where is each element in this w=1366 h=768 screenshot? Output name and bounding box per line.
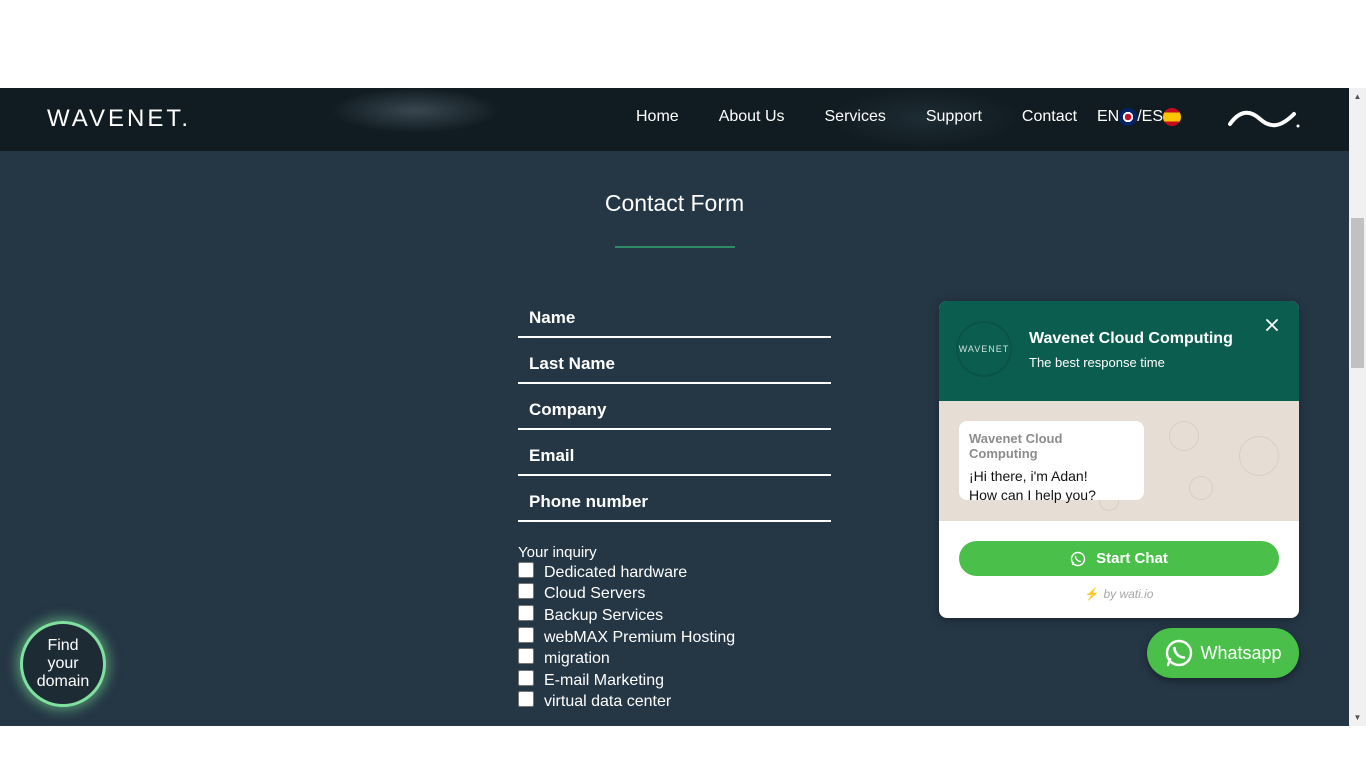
inquiry-option-label: virtual data center [544, 693, 672, 710]
inquiry-label: Your inquiry [518, 544, 597, 561]
chat-widget: WAVENET Wavenet Cloud Computing The best… [939, 301, 1299, 618]
start-chat-label: Start Chat [1096, 550, 1168, 567]
vertical-scrollbar[interactable]: ▲ ▼ [1349, 88, 1366, 726]
inquiry-option-label: Cloud Servers [544, 585, 646, 602]
chat-avatar: WAVENET [956, 321, 1012, 377]
message-line: ¡Hi there, i'm Adan! [969, 468, 1088, 484]
inquiry-option-label: Dedicated hardware [544, 564, 688, 581]
scroll-up-arrow-icon[interactable]: ▲ [1349, 88, 1366, 105]
inquiry-option-label: webMAX Premium Hosting [544, 629, 736, 646]
wave-logo-icon[interactable] [1228, 108, 1302, 130]
nav-support[interactable]: Support [926, 108, 982, 126]
scroll-down-arrow-icon[interactable]: ▼ [1349, 709, 1366, 726]
inquiry-option-label: E-mail Marketing [544, 672, 665, 689]
checkbox[interactable] [518, 627, 534, 643]
navbar: WAVENET. Home About Us Services Support … [0, 88, 1349, 151]
inquiry-option[interactable]: E-mail Marketing [518, 670, 665, 690]
whatsapp-label: Whatsapp [1200, 642, 1282, 663]
background-doodle [1189, 476, 1213, 500]
language-switcher: EN /ES [1097, 108, 1182, 126]
chat-header: WAVENET Wavenet Cloud Computing The best… [939, 301, 1299, 401]
powered-by[interactable]: ⚡ by wati.io [939, 587, 1299, 601]
inquiry-option[interactable]: webMAX Premium Hosting [518, 627, 736, 647]
inquiry-option[interactable]: Backup Services [518, 605, 664, 625]
find-domain-button[interactable]: Find your domain [20, 621, 106, 707]
site-logo[interactable]: WAVENET. [47, 105, 191, 133]
email-input[interactable]: Email [518, 436, 831, 476]
inquiry-option[interactable]: virtual data center [518, 691, 672, 711]
checkbox[interactable] [518, 562, 534, 578]
checkbox[interactable] [518, 605, 534, 621]
inquiry-option[interactable]: Cloud Servers [518, 583, 646, 603]
checkbox[interactable] [518, 670, 534, 686]
close-icon[interactable] [1264, 317, 1280, 333]
inquiry-option-label: migration [544, 650, 610, 667]
checkbox[interactable] [518, 648, 534, 664]
chat-message-bubble: Wavenet Cloud Computing ¡Hi there, i'm A… [959, 421, 1144, 503]
contact-form-title: Contact Form [604, 190, 745, 216]
whatsapp-icon [1166, 639, 1193, 667]
message-line: How can I help you? [969, 487, 1096, 503]
nav-contact[interactable]: Contact [1022, 108, 1077, 126]
checkbox[interactable] [518, 691, 534, 707]
title-underline [615, 246, 735, 248]
chat-agent-name: Wavenet Cloud Computing [1029, 330, 1233, 347]
background-doodle [1239, 436, 1279, 476]
company-input[interactable]: Company [518, 390, 831, 430]
inquiry-option[interactable]: migration [518, 648, 610, 668]
scrollbar-thumb[interactable] [1351, 218, 1364, 368]
message-sender: Wavenet Cloud Computing [969, 431, 1063, 461]
lang-es-link[interactable]: /ES [1137, 108, 1163, 126]
spain-flag-icon[interactable] [1163, 108, 1182, 126]
nav-about-us[interactable]: About Us [719, 108, 785, 126]
inquiry-option[interactable]: Dedicated hardware [518, 562, 688, 582]
background-doodle [1169, 421, 1199, 451]
name-input[interactable]: Name [518, 298, 831, 338]
lightning-icon: ⚡ [1084, 587, 1100, 601]
main-nav: Home About Us Services Support Contact [636, 108, 1117, 126]
start-chat-button[interactable]: Start Chat [959, 541, 1279, 576]
chat-subtitle: The best response time [1029, 355, 1165, 370]
whatsapp-icon [1070, 551, 1086, 566]
phone-number-input[interactable]: Phone number [518, 482, 831, 522]
nav-services[interactable]: Services [825, 108, 886, 126]
last-name-input[interactable]: Last Name [518, 344, 831, 384]
header-background-blur [330, 88, 500, 133]
nav-home[interactable]: Home [636, 108, 679, 126]
lang-en-link[interactable]: EN [1097, 108, 1119, 126]
uk-flag-icon[interactable] [1119, 108, 1138, 126]
page-viewport: WAVENET. Home About Us Services Support … [0, 88, 1349, 726]
chat-body: Wavenet Cloud Computing ¡Hi there, i'm A… [939, 401, 1299, 521]
inquiry-option-label: Backup Services [544, 607, 664, 624]
powered-by-label: by wati.io [1103, 587, 1154, 601]
checkbox[interactable] [518, 583, 534, 599]
whatsapp-button[interactable]: Whatsapp [1147, 628, 1299, 678]
